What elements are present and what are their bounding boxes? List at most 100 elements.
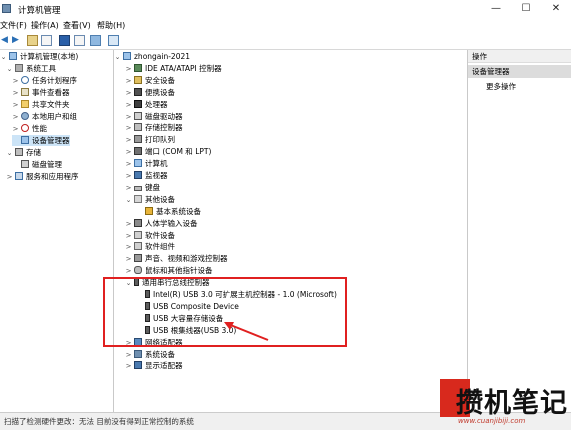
chevron-right-icon[interactable]: > (125, 112, 132, 123)
chevron-down-icon[interactable]: ⌄ (125, 195, 132, 206)
chevron-down-icon[interactable]: ⌄ (6, 148, 13, 159)
left_tree-item[interactable]: 设备管理器 (12, 135, 70, 146)
left_tree-item[interactable]: 磁盘管理 (12, 159, 62, 170)
device_tree-item[interactable]: > 安全设备 (125, 75, 175, 86)
help-icon[interactable] (59, 35, 70, 46)
menu-bar: 文件(F) 操作(A) 查看(V) 帮助(H) (0, 18, 571, 32)
cpu-icon (134, 99, 142, 108)
device_tree-label: 存储控制器 (145, 123, 183, 133)
device_tree-label: zhongain-2021 (134, 52, 191, 61)
device_tree-label: 端口 (COM 和 LPT) (145, 147, 212, 157)
left_tree-item[interactable]: ⌄ 计算机管理(本地) (0, 51, 78, 62)
device_tree-label: 安全设备 (145, 75, 175, 85)
chevron-right-icon[interactable]: > (12, 88, 19, 99)
chevron-right-icon[interactable]: > (125, 231, 132, 242)
device_tree-item[interactable]: ⌄ zhongain-2021 (114, 51, 190, 62)
chevron-right-icon[interactable]: > (125, 171, 132, 182)
services-icon (15, 172, 23, 180)
device_tree-item[interactable]: > 便携设备 (125, 87, 175, 98)
left_tree-item[interactable]: > 共享文件夹 (12, 99, 70, 110)
chevron-right-icon[interactable]: > (125, 123, 132, 134)
menu-file[interactable]: 文件(F) (0, 20, 27, 31)
forward-arrow-icon[interactable]: ▶ (12, 35, 23, 46)
show-hide-tree-icon[interactable] (41, 35, 52, 46)
maximize-button[interactable]: ☐ (511, 0, 541, 18)
sound-icon (134, 254, 142, 263)
properties-icon[interactable] (74, 35, 85, 46)
status-text: 扫描了检测硬件更改：无法 目前没有得到正常控制的系统 (4, 417, 194, 426)
device_tree-item[interactable]: > 声音、视频和游戏控制器 (125, 253, 228, 264)
chevron-right-icon[interactable]: > (12, 76, 19, 87)
menu-action[interactable]: 操作(A) (31, 20, 59, 31)
left_tree-item[interactable]: > 任务计划程序 (12, 75, 77, 86)
chevron-down-icon[interactable]: ⌄ (6, 64, 13, 75)
left_tree-item[interactable]: > 事件查看器 (12, 87, 70, 98)
annotation-arrow-icon (224, 322, 269, 341)
minimize-button[interactable]: — (481, 0, 511, 18)
chevron-right-icon[interactable]: > (125, 159, 132, 170)
clock-icon (21, 76, 29, 84)
chevron-right-icon[interactable]: > (125, 361, 132, 372)
chevron-right-icon[interactable]: > (6, 172, 13, 183)
device_tree-item[interactable]: > 计算机 (125, 158, 168, 169)
storage-icon (15, 148, 23, 156)
menu-view[interactable]: 查看(V) (63, 20, 91, 31)
chevron-right-icon[interactable]: > (12, 100, 19, 111)
navigation-tree: ⌄ 计算机管理(本地) ⌄ 系统工具 > 任务计划程序 > 事件查看器 > 共享文件夹 > 本地用户和… (0, 50, 114, 412)
device_tree-item[interactable]: > 端口 (COM 和 LPT) (125, 146, 211, 157)
left_tree-item[interactable]: ⌄ 存储 (6, 147, 41, 158)
left_tree-item[interactable]: ⌄ 系统工具 (6, 63, 56, 74)
computer-icon (9, 52, 17, 60)
more-actions-link[interactable]: 更多操作 (486, 81, 516, 92)
chevron-right-icon[interactable]: > (125, 183, 132, 194)
device_tree-item[interactable]: > 系统设备 (125, 349, 175, 360)
chevron-right-icon[interactable]: > (125, 350, 132, 361)
device_tree-item[interactable]: > 存储控制器 (125, 122, 183, 133)
device_tree-item[interactable]: > 鼠标和其他指针设备 (125, 265, 213, 276)
left_tree-item[interactable]: > 本地用户和组 (12, 111, 77, 122)
chevron-right-icon[interactable]: > (125, 88, 132, 99)
chevron-right-icon[interactable]: > (125, 64, 132, 75)
left_tree-label: 计算机管理(本地) (20, 52, 79, 61)
chevron-right-icon[interactable]: > (125, 147, 132, 158)
port-icon (134, 147, 142, 156)
left_tree-label: 服务和应用程序 (26, 172, 79, 181)
watermark-url: www.cuanjibiji.com (458, 417, 526, 425)
chevron-right-icon[interactable]: > (125, 135, 132, 146)
up-folder-icon[interactable] (27, 35, 38, 46)
device_tree-item[interactable]: 基本系统设备 (136, 206, 201, 217)
chevron-right-icon[interactable]: > (125, 100, 132, 111)
device_tree-item[interactable]: > 人体学输入设备 (125, 218, 198, 229)
device_tree-item[interactable]: > 显示适配器 (125, 360, 183, 371)
left_tree-label: 事件查看器 (32, 88, 70, 97)
chevron-down-icon[interactable]: ⌄ (114, 52, 121, 63)
refresh-icon[interactable] (90, 35, 101, 46)
chevron-right-icon[interactable]: > (125, 76, 132, 87)
back-arrow-icon[interactable]: ◀ (1, 35, 12, 46)
menu-help[interactable]: 帮助(H) (97, 20, 125, 31)
chevron-right-icon[interactable]: > (125, 242, 132, 253)
device_tree-item[interactable]: ⌄ 其他设备 (125, 194, 175, 205)
operations-device-manager[interactable]: 设备管理器 (468, 65, 571, 78)
monitor-icon[interactable] (108, 35, 119, 46)
device_tree-item[interactable]: > 处理器 (125, 99, 168, 110)
device_tree-item[interactable]: > IDE ATA/ATAPI 控制器 (125, 63, 222, 74)
device_tree-item[interactable]: > 监视器 (125, 170, 168, 181)
chevron-right-icon[interactable]: > (125, 254, 132, 265)
chevron-right-icon[interactable]: > (125, 266, 132, 277)
device_tree-item[interactable]: > 磁盘驱动器 (125, 111, 183, 122)
left_tree-item[interactable]: > 性能 (12, 123, 47, 134)
ide-icon (134, 63, 142, 72)
device_tree-item[interactable]: > 打印队列 (125, 134, 175, 145)
device_tree-label: IDE ATA/ATAPI 控制器 (145, 63, 222, 73)
chevron-right-icon[interactable]: > (125, 219, 132, 230)
left_tree-item[interactable]: > 服务和应用程序 (6, 171, 79, 182)
device_tree-item[interactable]: > 软件设备 (125, 230, 175, 241)
close-button[interactable]: ✕ (541, 0, 571, 18)
device_tree-item[interactable]: > 键盘 (125, 182, 160, 193)
chevron-down-icon[interactable]: ⌄ (0, 52, 7, 63)
chevron-right-icon[interactable]: > (12, 124, 19, 135)
software-icon (134, 230, 142, 239)
device_tree-item[interactable]: > 软件组件 (125, 241, 175, 252)
chevron-right-icon[interactable]: > (12, 112, 19, 123)
